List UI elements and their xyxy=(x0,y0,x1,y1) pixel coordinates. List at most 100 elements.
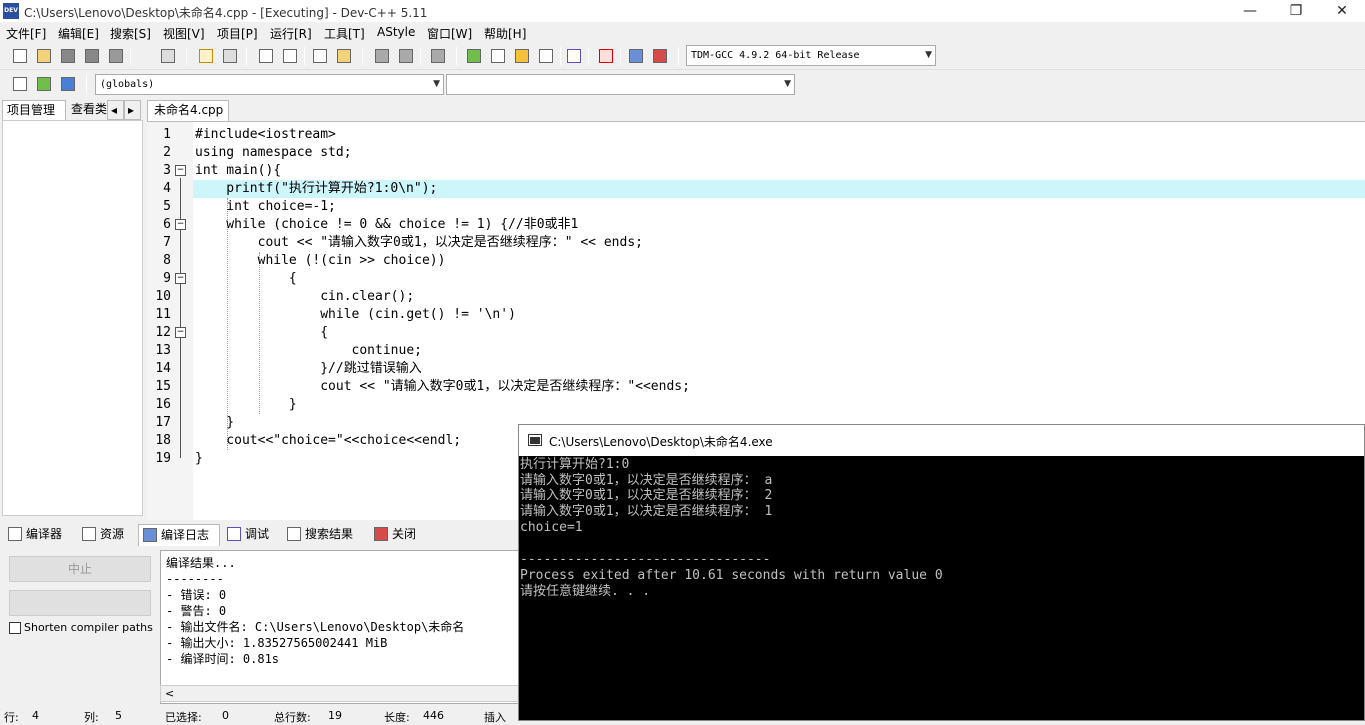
fold-toggle-icon[interactable]: − xyxy=(175,273,186,284)
open-button[interactable] xyxy=(34,46,54,66)
rebuild-all-button[interactable] xyxy=(536,46,556,66)
insert-button[interactable] xyxy=(10,74,30,94)
save-button[interactable] xyxy=(58,46,78,66)
menu-file[interactable]: 文件[F] xyxy=(6,25,46,42)
abort-compilation-button[interactable]: 中止 xyxy=(9,556,151,582)
members-select[interactable]: ▼ xyxy=(446,74,795,95)
profile-button[interactable] xyxy=(626,46,646,66)
toolbar-separator xyxy=(420,47,421,65)
toolbar-separator xyxy=(560,47,561,65)
menu-tools[interactable]: 工具[T] xyxy=(324,25,365,42)
line-number: 2 xyxy=(163,145,171,160)
tab-project-manager[interactable]: 项目管理 xyxy=(2,100,66,120)
restore-button[interactable]: ❐ xyxy=(1273,0,1319,22)
indent-button[interactable] xyxy=(396,46,416,66)
menu-edit[interactable]: 编辑[E] xyxy=(58,25,99,42)
comment-button[interactable] xyxy=(428,46,448,66)
editor-tab-file[interactable]: 未命名4.cpp xyxy=(147,100,229,121)
menu-view[interactable]: 视图[V] xyxy=(163,25,205,42)
fold-toggle-icon[interactable]: − xyxy=(175,165,186,176)
line-number: 13 xyxy=(155,343,171,358)
compile-run-button[interactable] xyxy=(512,46,532,66)
check-icon xyxy=(227,527,241,541)
stop-execution-button[interactable] xyxy=(596,46,616,66)
compile-button[interactable] xyxy=(464,46,484,66)
project-tree[interactable] xyxy=(2,120,143,516)
tab-compile-log[interactable]: 编译日志 xyxy=(138,524,220,546)
undo-button[interactable] xyxy=(196,46,216,66)
status-length-value: 446 xyxy=(423,709,444,722)
tab-scroll-right[interactable]: ▸ xyxy=(124,100,141,120)
code-line: { xyxy=(195,325,329,340)
toolbar-separator xyxy=(588,47,589,65)
save-all-button[interactable] xyxy=(82,46,102,66)
tab-search-results[interactable]: 搜索结果 xyxy=(283,524,353,546)
goto-line-button[interactable] xyxy=(310,46,330,66)
class-toolbar: (globals) ▼ ▼ xyxy=(0,70,1365,98)
print-button[interactable] xyxy=(158,46,178,66)
tab-debug-label: 调试 xyxy=(245,527,270,541)
console-title-bar[interactable]: C:\Users\Lenovo\Desktop\未命名4.exe xyxy=(519,425,1364,456)
log-line: - 输出大小: 1.83527565002441 MiB xyxy=(166,636,388,650)
line-number: 12 xyxy=(155,325,171,340)
toggle-panel-button[interactable] xyxy=(58,74,78,94)
fold-toggle-icon[interactable]: − xyxy=(175,219,186,230)
unindent-button[interactable] xyxy=(372,46,392,66)
redo-button[interactable] xyxy=(220,46,240,66)
run-button[interactable] xyxy=(488,46,508,66)
menu-help[interactable]: 帮助[H] xyxy=(484,25,526,42)
line-number: 10 xyxy=(155,289,171,304)
code-line: while (cin.get() != '\n') xyxy=(195,307,516,322)
replace-icon xyxy=(283,49,297,63)
menu-astyle[interactable]: AStyle xyxy=(377,25,415,39)
tab-class-browser[interactable]: 查看类 xyxy=(67,100,107,120)
close-file-button[interactable] xyxy=(106,46,126,66)
menu-search[interactable]: 搜索[S] xyxy=(110,25,151,42)
console-line: choice=1 xyxy=(520,520,583,535)
tab-close[interactable]: 关闭 xyxy=(370,524,416,546)
line-number: 16 xyxy=(155,397,171,412)
resources-icon xyxy=(82,527,96,541)
tab-debug[interactable]: 调试 xyxy=(223,524,269,546)
check-icon xyxy=(567,49,581,63)
globals-select[interactable]: (globals) ▼ xyxy=(95,74,444,95)
code-line: cout<<"choice="<<choice<<endl; xyxy=(195,433,462,448)
minimize-button[interactable]: — xyxy=(1227,0,1273,22)
stop-x-icon xyxy=(599,49,613,63)
log-line: - 编译时间: 0.81s xyxy=(166,652,280,666)
line-number: 19 xyxy=(155,451,171,466)
compiler-grid-icon xyxy=(8,527,22,541)
close-file-icon xyxy=(109,49,123,63)
tab-resources[interactable]: 资源 xyxy=(78,524,124,546)
console-window[interactable]: C:\Users\Lenovo\Desktop\未命名4.exe 执行计算开始?… xyxy=(518,424,1365,721)
toolbar-separator xyxy=(620,47,621,65)
menu-project[interactable]: 项目[P] xyxy=(217,25,258,42)
code-line: cout << "请输入数字0或1，以决定是否继续程序："<<ends; xyxy=(195,379,690,394)
compile-run-icon xyxy=(515,49,529,63)
replace-button[interactable] xyxy=(280,46,300,66)
new-file-button[interactable] xyxy=(10,46,30,66)
tab-resources-label: 资源 xyxy=(100,527,125,541)
log-horizontal-scrollbar[interactable]: < xyxy=(160,685,520,702)
shorten-paths-checkbox[interactable] xyxy=(9,622,21,634)
tab-compile-log-label: 编译日志 xyxy=(161,528,210,542)
fold-toggle-icon[interactable]: − xyxy=(175,327,186,338)
run-icon xyxy=(491,49,505,63)
close-button[interactable]: ✕ xyxy=(1319,0,1365,22)
code-line-current: printf("执行计算开始?1:0\n"); xyxy=(195,181,438,196)
tab-scroll-left[interactable]: ◂ xyxy=(107,100,124,120)
bookmark-button[interactable] xyxy=(334,46,354,66)
console-app-icon xyxy=(528,434,542,446)
compiler-select[interactable]: TDM-GCC 4.9.2 64-bit Release ▼ xyxy=(686,45,936,66)
line-number: 9 xyxy=(163,271,171,286)
find-button[interactable] xyxy=(256,46,276,66)
compile-log-text[interactable]: 编译结果... -------- - 错误: 0 - 警告: 0 - 输出文件名… xyxy=(160,550,520,704)
tab-compiler[interactable]: 编译器 xyxy=(4,524,62,546)
scroll-left-arrow[interactable]: < xyxy=(165,687,174,700)
menu-window[interactable]: 窗口[W] xyxy=(427,25,472,42)
menu-run[interactable]: 运行[R] xyxy=(270,25,312,42)
delete-profile-button[interactable] xyxy=(650,46,670,66)
goto-declaration-button[interactable] xyxy=(34,74,54,94)
syntax-check-button[interactable] xyxy=(564,46,584,66)
status-length-label: 长度: xyxy=(384,711,410,724)
